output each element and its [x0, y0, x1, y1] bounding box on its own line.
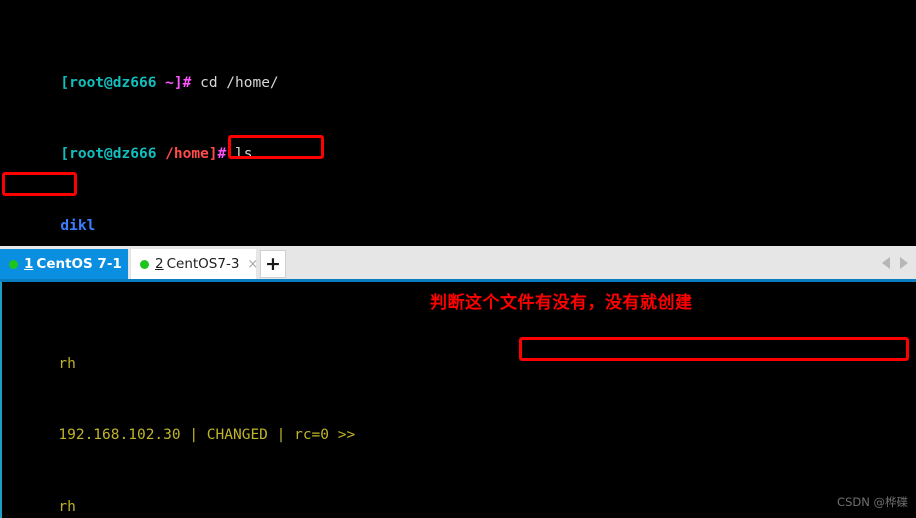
terminal-line: [root@dz666 ~]# cd /home/ — [4, 57, 916, 91]
output-text: rh — [58, 498, 76, 515]
connection-status-dot — [9, 259, 18, 269]
terminal-tab-bar: 1 CentOS 7-1 × 2 CentOS7-3 × + — [0, 246, 916, 282]
csdn-watermark: CSDN @桦碟 — [837, 495, 908, 509]
terminal-line: 192.168.102.30 | CHANGED | rc=0 >> — [2, 410, 916, 443]
close-icon[interactable]: × — [239, 257, 258, 272]
chinese-annotation-note: 判断这个文件有没有，没有就创建 — [430, 293, 693, 313]
screenshot-root: [root@dz666 ~]# cd /home/ [root@dz666 /h… — [0, 0, 916, 518]
tab-centos7-3[interactable]: 2 CentOS7-3 × — [131, 249, 258, 279]
plus-icon: + — [265, 252, 281, 275]
tab-number: 1 — [24, 256, 34, 272]
prompt-hash: # — [182, 75, 201, 92]
terminal-line: [root@dz666 /home]# ls — [4, 129, 916, 162]
prompt-path: ~] — [156, 75, 183, 92]
host-result-line: 192.168.102.30 | CHANGED | rc=0 >> — [58, 427, 356, 444]
bottom-terminal-pane[interactable]: rh 192.168.102.30 | CHANGED | rc=0 >> rh… — [0, 282, 916, 518]
prompt-path: /home] — [156, 146, 218, 163]
tab-number: 2 — [155, 256, 164, 272]
terminal-line: dikl — [4, 200, 916, 234]
top-terminal-pane[interactable]: [root@dz666 ~]# cd /home/ [root@dz666 /h… — [0, 0, 916, 246]
tab-centos-7-1[interactable]: 1 CentOS 7-1 × — [0, 249, 141, 279]
tab-label: CentOS7-3 — [166, 256, 240, 272]
command-text: cd /home/ — [200, 75, 279, 92]
tab-scroll-controls — [882, 246, 916, 279]
new-tab-button[interactable]: + — [260, 250, 286, 278]
tab-label: CentOS 7-1 — [36, 256, 122, 272]
scroll-left-arrow-icon[interactable] — [882, 256, 890, 269]
prompt-user: [root@dz666 — [60, 75, 157, 92]
prompt-user: [root@dz666 — [60, 146, 157, 163]
output-text: rh — [58, 356, 76, 373]
scroll-right-arrow-icon[interactable] — [900, 256, 908, 269]
directory-entry: dikl — [60, 217, 96, 234]
command-text: ls — [235, 146, 253, 163]
prompt-hash: # — [217, 146, 235, 163]
connection-status-dot — [140, 259, 149, 269]
terminal-line: rh — [2, 338, 916, 372]
terminal-line: rh — [2, 481, 916, 515]
